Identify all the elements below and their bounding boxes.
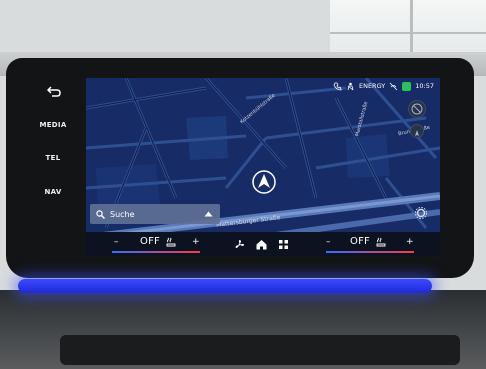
center-controls [228,234,294,254]
drive-mode-label[interactable]: ENERGY [359,82,385,90]
settings-gear-icon[interactable] [414,206,428,220]
climate-bar: – OFF + – OFF + [86,232,440,256]
climate-zone-left: – OFF + [106,232,206,256]
tel-key[interactable]: TEL [30,154,76,162]
no-connection-icon [389,82,398,90]
search-bar[interactable]: Suche [90,204,220,224]
no-traffic-button[interactable] [408,100,426,118]
seat-heat-value: OFF [140,236,160,247]
fan-icon[interactable] [233,238,246,251]
clock: 10:57 [415,82,434,90]
air-vent [60,335,460,365]
temperature-gradient [112,251,200,253]
expand-button[interactable] [196,204,220,224]
back-icon[interactable] [47,85,61,97]
energy-icon [402,81,412,91]
home-icon[interactable] [255,238,268,251]
compass-button[interactable] [410,124,424,138]
seatbelt-icon [347,82,354,90]
seat-heat-decrease-button[interactable]: – [326,237,331,247]
apps-grid-icon[interactable] [277,238,290,251]
search-icon [96,209,105,219]
nav-key[interactable]: NAV [30,188,76,196]
seat-heat-increase-button[interactable]: + [192,237,200,247]
temperature-gradient [326,251,414,253]
seat-heat-value: OFF [350,236,370,247]
lower-dashboard [0,290,486,369]
search-label: Suche [110,209,135,219]
seat-heat-increase-button[interactable]: + [406,237,414,247]
seat-heat-icon [376,237,386,247]
seat-heat-decrease-button[interactable]: – [114,237,119,247]
ambient-light-strip [18,279,432,293]
chevron-up-icon [204,211,212,217]
infotainment-screen: Kotzenbühlstraße Marstallstraße Brundlst… [86,78,440,256]
compass-icon [415,130,419,136]
media-key[interactable]: MEDIA [30,121,76,129]
no-traffic-icon [411,103,423,115]
seat-heat-icon [166,237,176,247]
status-bar: ENERGY 10:57 [305,78,440,94]
phone-icon [333,82,342,90]
climate-zone-right: – OFF + [320,232,420,256]
